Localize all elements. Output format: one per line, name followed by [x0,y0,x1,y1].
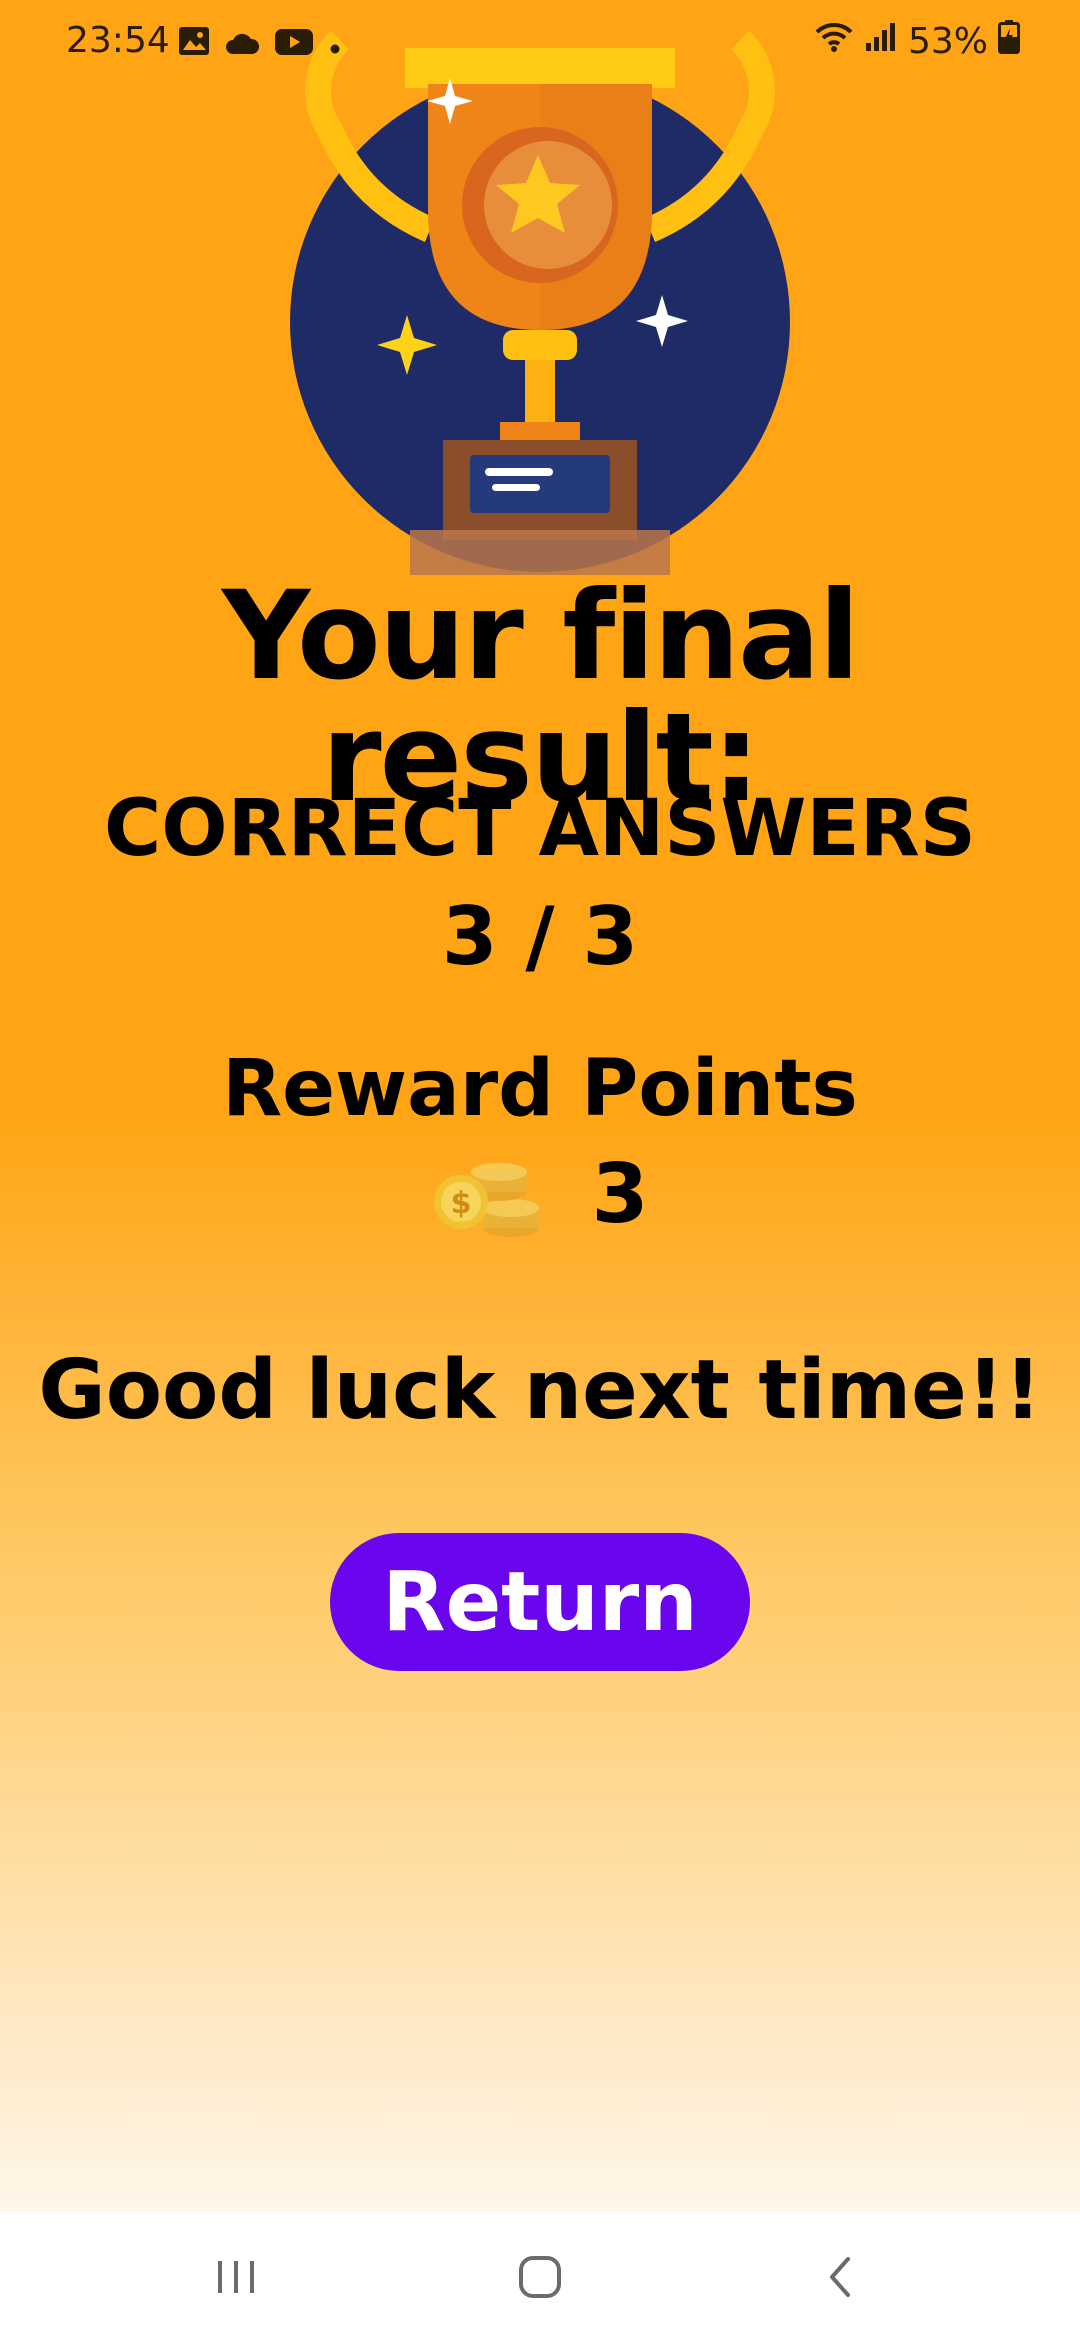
coins-icon: $ [431,1150,551,1240]
correct-answers-value: 3 / 3 [441,890,639,983]
dot-icon [328,24,342,65]
home-icon[interactable] [500,2242,580,2312]
svg-text:$: $ [451,1186,472,1221]
navigation-bar [0,2212,1080,2340]
encouragement-message: Good luck next time!! [38,1343,1042,1438]
notification-icons [178,24,342,65]
back-icon[interactable] [800,2242,880,2312]
status-time: 23:54 [66,20,170,61]
cloud-icon [224,24,260,65]
signal-icon [864,21,898,62]
trophy-illustration [280,30,800,575]
result-screen: 23:54 53% Your final result: CORRECT ANS… [0,0,1080,2212]
battery-charging-icon [998,20,1020,63]
correct-answers-label: CORRECT ANSWERS [104,784,976,874]
reward-points-row: $ 3 [0,1150,1080,1240]
system-icons: 53% [814,20,1020,63]
battery-percentage: 53% [907,21,988,62]
gallery-icon [178,24,210,65]
youtube-icon [274,24,314,65]
reward-points-label: Reward Points [222,1044,858,1134]
wifi-icon [814,20,854,63]
result-title: Your final result: [221,565,860,829]
reward-points-value: 3 [591,1147,649,1242]
return-button[interactable]: Return [330,1533,750,1671]
recent-apps-icon[interactable] [196,2242,276,2312]
status-bar: 23:54 53% [0,0,1080,84]
